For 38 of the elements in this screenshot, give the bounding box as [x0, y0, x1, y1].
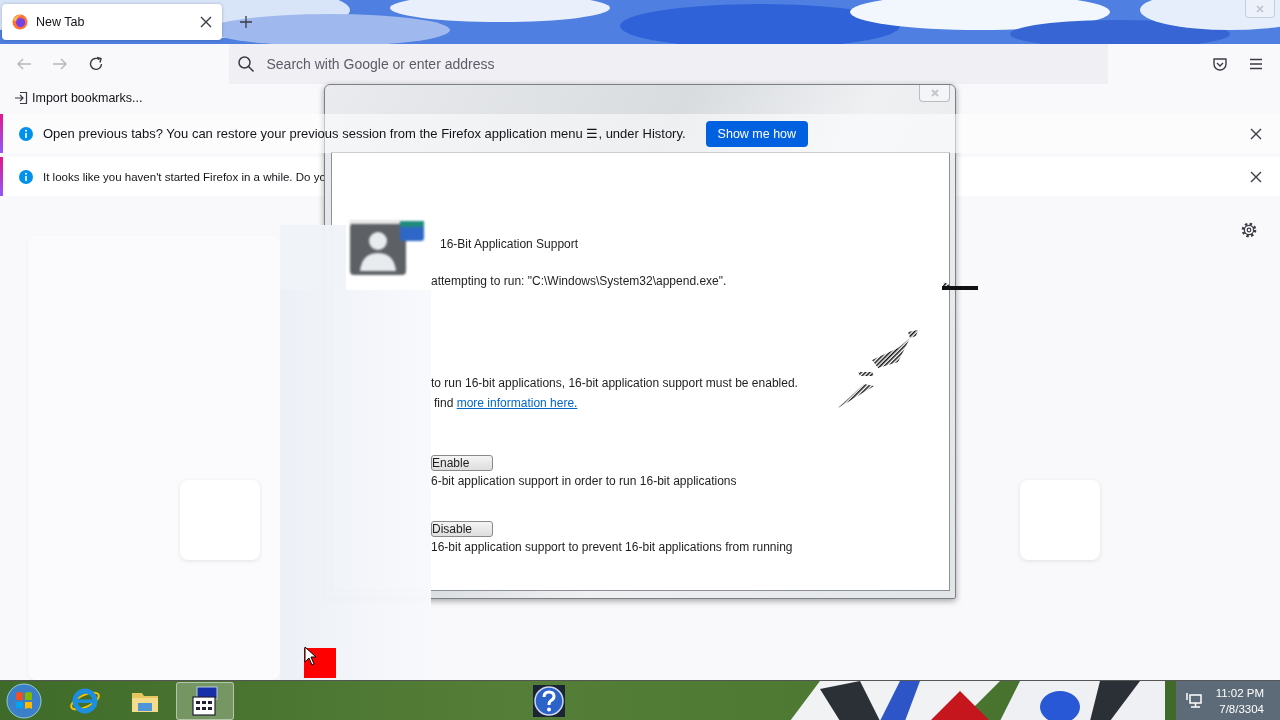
start-button[interactable] — [6, 682, 42, 719]
close-icon — [1254, 3, 1266, 14]
clock-date: 7/8/3304 — [1219, 701, 1264, 717]
console-window-icon — [189, 684, 221, 717]
info-text: to run 16-bit applications, 16-bit application support must be enabled. — [431, 376, 799, 390]
show-me-how-button[interactable]: Show me how — [705, 120, 809, 147]
browser-tab[interactable]: New Tab — [2, 4, 222, 40]
close-icon[interactable] — [198, 14, 214, 30]
help-icon — [533, 684, 565, 717]
plus-icon[interactable] — [238, 14, 254, 30]
network-icon[interactable] — [1185, 691, 1204, 710]
user-shield-icon — [348, 219, 426, 277]
import-icon — [14, 91, 28, 105]
reload-icon[interactable] — [88, 56, 104, 72]
notification-text: Open previous tabs? You can restore your previous session from the Firefox application menu ☰, under History. — [43, 126, 686, 141]
taskbar-button[interactable] — [176, 681, 234, 720]
option-button[interactable]: Disable — [431, 521, 493, 537]
clock-time: 11:02 PM — [1215, 685, 1264, 701]
address-field[interactable]: Search with Google or enter address — [228, 44, 1108, 84]
firefox-logo-icon — [12, 14, 28, 30]
info-icon — [19, 169, 33, 184]
search-icon — [236, 55, 255, 73]
pocket-icon[interactable] — [1212, 56, 1228, 72]
settings-icon[interactable] — [1240, 221, 1258, 239]
option-button[interactable]: Enable — [431, 455, 493, 471]
message-text: attempting to run: "C:\Windows\System32\append.exe". — [431, 274, 728, 288]
info-icon — [19, 126, 33, 141]
dialog-title: 16-Bit Application Support — [440, 237, 579, 251]
more-info-link[interactable]: more information here. — [456, 396, 578, 410]
tab-title: New Tab — [36, 15, 86, 29]
menu-icon[interactable] — [1248, 56, 1264, 72]
bookmark-item[interactable]: Import bookmarks... — [12, 89, 145, 107]
start-orb-icon — [6, 682, 42, 719]
option-description: 6-bit application support in order to run 16-bit applications — [431, 474, 738, 488]
address-input[interactable]: Search with Google or enter address — [264, 55, 869, 73]
cursor-icon — [304, 646, 317, 666]
info-text: find more information here. — [434, 396, 579, 410]
option-description: 16-bit application support to prevent 16-bit applications from running — [431, 540, 794, 554]
